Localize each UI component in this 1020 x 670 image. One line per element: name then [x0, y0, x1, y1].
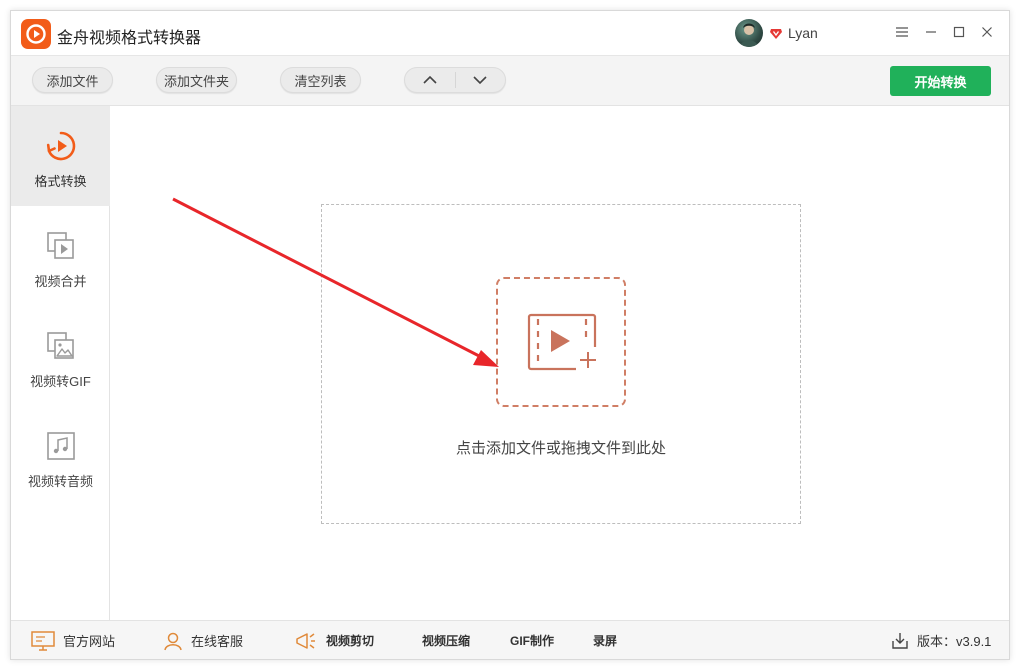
sidebar-item-video-merge[interactable]: 视频合并 [11, 206, 110, 306]
title-bar: 金舟视频格式转换器 Lyan [11, 11, 1009, 55]
version-info[interactable]: 版本：v3.9.1 [891, 621, 991, 660]
move-up-down-group [404, 67, 506, 93]
screen-record-label: 录屏 [593, 634, 618, 648]
video-to-audio-icon [45, 430, 77, 462]
maximize-icon[interactable] [950, 23, 968, 41]
add-video-box[interactable] [496, 277, 626, 407]
drop-hint-text: 点击添加文件或拖拽文件到此处 [455, 440, 666, 457]
status-bar: 官方网站 在线客服 视频剪切 视频压缩 GIF制作 录屏 版本：v3.9.1 [11, 620, 1009, 659]
promo-megaphone-icon [294, 631, 318, 651]
video-compress-link[interactable]: 视频压缩 [422, 621, 470, 660]
sidebar-item-format-convert[interactable]: 格式转换 [11, 106, 110, 206]
gif-make-link[interactable]: GIF制作 [510, 621, 554, 660]
sidebar: 格式转换 视频合并 视频转GIF 视频转音频 [11, 106, 110, 620]
sidebar-item-label: 视频转GIF [30, 374, 91, 389]
chevron-down-icon [473, 76, 487, 85]
sidebar-item-video-to-gif[interactable]: 视频转GIF [11, 306, 110, 406]
start-convert-button[interactable]: 开始转换 [890, 66, 991, 96]
sidebar-item-video-to-audio[interactable]: 视频转音频 [11, 406, 110, 506]
sidebar-item-label: 视频转音频 [27, 474, 93, 489]
video-compress-label: 视频压缩 [422, 634, 471, 648]
video-merge-icon [45, 230, 77, 262]
online-support-label: 在线客服 [191, 634, 244, 649]
add-folder-button[interactable]: 添加文件夹 [156, 67, 237, 93]
minimize-icon[interactable] [922, 23, 940, 41]
video-cut-link[interactable]: 视频剪切 [294, 621, 374, 660]
official-site-link[interactable]: 官方网站 [31, 621, 115, 660]
file-drop-zone[interactable]: 点击添加文件或拖拽文件到此处 [321, 204, 801, 524]
clear-list-button[interactable]: 清空列表 [280, 67, 361, 93]
download-icon [891, 632, 909, 650]
customer-service-icon [163, 631, 183, 651]
user-avatar[interactable] [735, 19, 763, 47]
gif-make-label: GIF制作 [510, 634, 554, 648]
video-cut-label: 视频剪切 [326, 634, 375, 648]
screen-record-link[interactable]: 录屏 [593, 621, 617, 660]
toolbar: 添加文件 添加文件夹 清空列表 开始转换 [11, 55, 1009, 106]
monitor-icon [31, 630, 55, 651]
vip-badge-icon [769, 26, 783, 40]
official-site-label: 官方网站 [63, 634, 116, 649]
add-file-button[interactable]: 添加文件 [32, 67, 113, 93]
version-label: 版本：v3.9.1 [917, 634, 992, 649]
format-convert-icon [45, 130, 77, 162]
chevron-up-icon [423, 75, 437, 84]
online-support-link[interactable]: 在线客服 [163, 621, 243, 660]
move-up-button[interactable] [405, 68, 455, 92]
close-icon[interactable] [978, 23, 996, 41]
app-title: 金舟视频格式转换器 [57, 30, 202, 47]
username[interactable]: Lyan [788, 25, 818, 41]
video-to-gif-icon [45, 330, 77, 362]
add-video-icon [527, 313, 600, 371]
menu-icon[interactable] [893, 23, 911, 41]
app-logo-icon [21, 19, 51, 49]
app-window: 金舟视频格式转换器 Lyan 添加文件 添加文件夹 清空列表 开始转换 格式转换… [10, 10, 1010, 660]
sidebar-item-label: 视频合并 [34, 274, 87, 289]
move-down-button[interactable] [456, 68, 506, 92]
sidebar-item-label: 格式转换 [34, 174, 87, 189]
main-area: 点击添加文件或拖拽文件到此处 [111, 106, 1009, 620]
